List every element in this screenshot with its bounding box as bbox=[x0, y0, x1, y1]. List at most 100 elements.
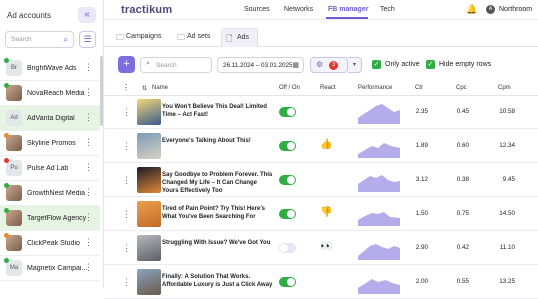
ad-thumbnail[interactable] bbox=[137, 269, 161, 295]
more-icon[interactable]: ⋮ bbox=[84, 63, 93, 72]
ad-name[interactable]: You Won't Believe This Deal! Limited Tim… bbox=[162, 103, 275, 119]
sidebar-account-item[interactable]: Skyline Promos ⋮ bbox=[0, 131, 100, 156]
more-icon[interactable]: ⋮ bbox=[84, 163, 93, 172]
more-icon[interactable]: ⋮ bbox=[84, 213, 93, 222]
sidebar-account-item[interactable]: Ad AdVanta Digital ⋮ bbox=[0, 106, 100, 131]
more-icon[interactable]: ⋮ bbox=[84, 263, 93, 272]
more-icon[interactable]: ⋮ bbox=[122, 244, 131, 253]
ad-thumbnail[interactable] bbox=[137, 235, 161, 261]
table-row[interactable]: ⋮ You Won't Believe This Deal! Limited Ti… bbox=[104, 96, 538, 129]
table-row[interactable]: ⋮ Finally: A Solution That Works. Afforda… bbox=[104, 266, 538, 299]
more-icon[interactable]: ⋮ bbox=[122, 176, 131, 185]
level-tabs: 🗀 Campaigns 🗀 Ad sets 🗋 Ads bbox=[104, 28, 538, 47]
status-dot bbox=[4, 208, 9, 213]
column-settings-button[interactable]: ⚙ 3 bbox=[310, 57, 348, 73]
only-active-checkbox[interactable]: ✓ bbox=[372, 60, 381, 69]
more-icon[interactable]: ⋮ bbox=[84, 113, 93, 122]
status-dot bbox=[4, 58, 9, 63]
sidebar-account-item[interactable]: GrowthNest Media ⋮ bbox=[0, 181, 100, 206]
sidebar-account-item[interactable]: NovaReach Media ⋮ bbox=[0, 81, 100, 106]
date-range-value: 26.11.2024 – 03.01.2025 bbox=[223, 62, 293, 69]
header-cpm[interactable]: Cpm bbox=[498, 85, 511, 91]
table-row[interactable]: ⋮ Struggling With Issue? We've Got You 👀 2.… bbox=[104, 232, 538, 265]
account-name: ClickPeak Studio bbox=[27, 239, 80, 247]
ad-thumbnail[interactable] bbox=[137, 167, 161, 193]
status-toggle[interactable] bbox=[279, 209, 296, 219]
bell-icon[interactable]: 🔔 bbox=[466, 4, 477, 15]
sidebar-account-item[interactable]: Ma Magnetix Campai... ⋮ bbox=[0, 256, 100, 281]
toggle-knob bbox=[287, 142, 295, 150]
ad-name[interactable]: Everyone's Talking About This! bbox=[162, 137, 275, 145]
list-view-button[interactable]: ☰ bbox=[79, 31, 96, 48]
header-name[interactable]: Name bbox=[152, 85, 168, 91]
ctr-value: 2.90 bbox=[415, 244, 428, 251]
avatar[interactable]: A bbox=[486, 5, 495, 14]
tab-campaigns[interactable]: 🗀 Campaigns bbox=[116, 28, 176, 47]
sort-icon[interactable]: ⇅ bbox=[142, 85, 147, 92]
status-toggle[interactable] bbox=[279, 277, 296, 287]
settings-dropdown-button[interactable]: ▾ bbox=[348, 57, 362, 73]
reaction-emoji[interactable]: 👎 bbox=[320, 207, 332, 218]
nav-networks[interactable]: Networks bbox=[284, 6, 313, 13]
ad-name[interactable]: Say Goodbye to Problem Forever. This Cha… bbox=[162, 171, 275, 195]
hide-empty-checkbox[interactable]: ✓ bbox=[426, 60, 435, 69]
more-icon[interactable]: ⋮ bbox=[84, 238, 93, 247]
ad-thumbnail[interactable] bbox=[137, 133, 161, 159]
sidebar-account-item[interactable]: Pu Pulse Ad Lab ⋮ bbox=[0, 156, 100, 181]
account-name: Skyline Promos bbox=[27, 139, 76, 147]
toggle-knob bbox=[287, 278, 295, 286]
header-ctr[interactable]: Ctr bbox=[415, 85, 423, 91]
tab-ads[interactable]: 🗋 Ads bbox=[221, 28, 258, 47]
table-row[interactable]: ⋮ Everyone's Talking About This! 👍 1.89 0.60… bbox=[104, 130, 538, 163]
account-name: TargetFlow Agency bbox=[27, 214, 87, 222]
header-cpc[interactable]: Cpc bbox=[456, 85, 467, 91]
table-row[interactable]: ⋮ Say Goodbye to Problem Forever. This Ch… bbox=[104, 164, 538, 197]
document-icon: 🗋 bbox=[226, 34, 233, 43]
date-range-picker[interactable]: 26.11.2024 – 03.01.2025 ▦ bbox=[217, 57, 304, 73]
more-icon[interactable]: ⋮ bbox=[122, 210, 131, 219]
more-icon[interactable]: ⋮ bbox=[84, 138, 93, 147]
status-toggle[interactable] bbox=[279, 141, 296, 151]
ad-name[interactable]: Finally: A Solution That Works. Affordab… bbox=[162, 273, 275, 289]
more-icon[interactable]: ⋮ bbox=[122, 278, 131, 287]
tab-ad-sets[interactable]: 🗀 Ad sets bbox=[177, 28, 219, 47]
reaction-emoji[interactable]: 👀 bbox=[320, 241, 332, 252]
ctr-value: 2.35 bbox=[415, 108, 428, 115]
more-icon[interactable]: ⋮ bbox=[122, 142, 131, 151]
ad-name[interactable]: Tired of Pain Point? Try This! Here's Wh… bbox=[162, 205, 275, 221]
nav-tech[interactable]: Tech bbox=[380, 6, 395, 13]
ad-search-input[interactable]: ⌕ Search bbox=[140, 57, 212, 73]
reaction-emoji[interactable]: 👍 bbox=[320, 139, 332, 150]
ad-name[interactable]: Struggling With Issue? We've Got You bbox=[162, 239, 275, 247]
gear-icon: ⚙ bbox=[316, 60, 324, 69]
status-dot bbox=[4, 233, 9, 238]
header-react[interactable]: React bbox=[320, 85, 336, 91]
user-name[interactable]: Northroom bbox=[499, 6, 532, 13]
more-icon[interactable]: ⋮ bbox=[84, 88, 93, 97]
status-toggle[interactable] bbox=[279, 243, 296, 253]
toggle-knob bbox=[287, 210, 295, 218]
header-performance[interactable]: Performance bbox=[358, 85, 392, 91]
ctr-value: 3.12 bbox=[415, 176, 428, 183]
more-icon[interactable]: ⋮ bbox=[122, 108, 131, 117]
more-icon[interactable]: ⋮ bbox=[122, 83, 130, 92]
sidebar-account-item[interactable]: TargetFlow Agency ⋮ bbox=[0, 206, 100, 231]
status-toggle[interactable] bbox=[279, 107, 296, 117]
app-logo[interactable]: tractikum bbox=[121, 4, 172, 16]
add-button[interactable]: + bbox=[118, 56, 135, 73]
nav-fb-manager[interactable]: FB manager bbox=[328, 6, 368, 13]
sidebar-account-item[interactable]: ClickPeak Studio ⋮ bbox=[0, 231, 100, 256]
sidebar-account-item[interactable]: Br BrightWave Ads ⋮ bbox=[0, 56, 100, 81]
collapse-sidebar-button[interactable]: « bbox=[78, 7, 96, 23]
account-search-input[interactable]: Search ⌕ bbox=[5, 31, 74, 48]
status-toggle[interactable] bbox=[279, 175, 296, 185]
list-icon: ☰ bbox=[83, 34, 92, 44]
ad-thumbnail[interactable] bbox=[137, 99, 161, 125]
ad-thumbnail[interactable] bbox=[137, 201, 161, 227]
hide-empty-label: Hide empty rows bbox=[439, 61, 492, 68]
sidebar-scrollbar[interactable] bbox=[100, 56, 103, 126]
table-row[interactable]: ⋮ Tired of Pain Point? Try This! Here's W… bbox=[104, 198, 538, 231]
header-status[interactable]: Off / On bbox=[279, 85, 300, 91]
more-icon[interactable]: ⋮ bbox=[84, 188, 93, 197]
nav-sources[interactable]: Sources bbox=[244, 6, 270, 13]
